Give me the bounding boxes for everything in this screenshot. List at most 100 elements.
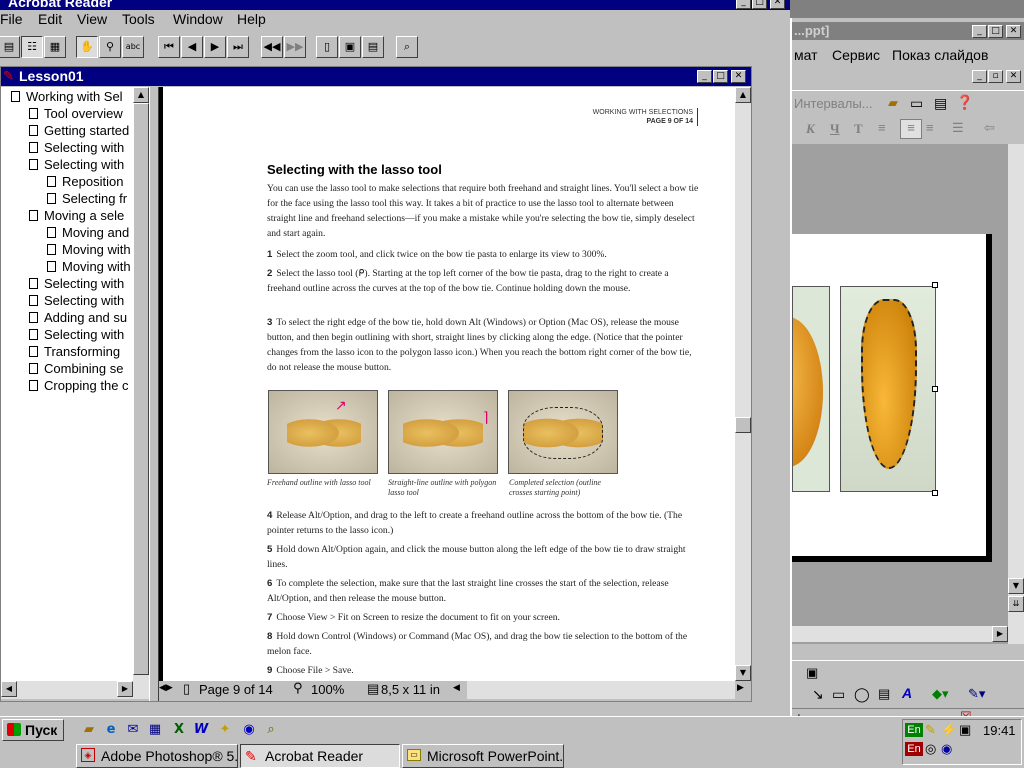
slide-icon[interactable]: ▭ [910, 95, 923, 112]
selection-handle[interactable] [932, 490, 938, 496]
text-select-icon[interactable]: abc [122, 36, 144, 58]
menu-help[interactable]: Help [237, 11, 266, 27]
document-title-bar[interactable]: ✎ Lesson01 [1, 67, 751, 86]
acrobat-maximize-button[interactable]: □ [752, 0, 767, 9]
quicklaunch-acrobat-icon[interactable]: ✦ [216, 721, 234, 739]
bookmark-item[interactable]: ▽Moving a sele [29, 208, 124, 225]
bookmark-item[interactable]: Adding and su [29, 310, 127, 327]
align-center-icon[interactable]: ≡ [900, 119, 922, 139]
page-scroll-up-button[interactable]: ▲ [735, 87, 751, 103]
tray-pen-icon[interactable]: ✎ [925, 722, 936, 738]
task-acrobat[interactable]: ✎ Acrobat Reader [240, 744, 400, 768]
bookmark-item[interactable]: Moving and [47, 225, 129, 242]
oval-icon[interactable]: ◯ [854, 686, 870, 703]
page-only-icon[interactable]: ▤ [0, 36, 20, 58]
folder-icon[interactable]: ▰ [888, 95, 898, 111]
doc-maximize-button[interactable]: □ [713, 70, 728, 83]
ppt-vertical-scrollbar[interactable] [1008, 144, 1024, 644]
menu-tools[interactable]: Tools [122, 11, 155, 27]
actual-size-icon[interactable]: ▯ [316, 36, 338, 58]
bookmark-item[interactable]: Moving with [47, 259, 131, 276]
zoom-tool-icon[interactable]: ⚲ [99, 36, 121, 58]
rectangle-icon[interactable]: ▭ [832, 686, 845, 703]
menu-edit[interactable]: Edit [38, 11, 62, 27]
bookmark-item[interactable]: ▽Selecting with [29, 157, 124, 174]
bookmark-item[interactable]: Moving with [47, 242, 131, 259]
acrobat-close-button[interactable]: ✕ [770, 0, 785, 9]
quicklaunch-outlook-icon[interactable]: ✉ [124, 721, 142, 739]
bookmark-item[interactable]: Selecting with [29, 276, 124, 293]
page-vertical-scrollbar[interactable] [735, 87, 751, 681]
start-button[interactable]: Пуск [2, 719, 64, 741]
tray-monitor-icon[interactable]: ▣ [959, 722, 971, 738]
bookmark-item[interactable]: Transforming [29, 344, 120, 361]
underline-icon[interactable]: Ч [830, 121, 840, 137]
tray-network-icon[interactable]: ◉ [941, 741, 952, 757]
ppt-doc-close-button[interactable]: ✕ [1006, 70, 1021, 83]
ppt-menu-format[interactable]: мат [794, 47, 818, 63]
quicklaunch-explorer-icon[interactable]: ▰ [80, 721, 98, 739]
promote-icon[interactable]: ⇦ [984, 120, 995, 136]
bookmark-item[interactable]: Getting started [29, 123, 129, 140]
ppt-timing-button[interactable]: Интервалы... [794, 96, 873, 111]
ppt-doc-restore-button[interactable]: ▫ [988, 70, 1003, 83]
bookmark-item[interactable]: Cropping the c [29, 378, 129, 395]
tray-cd-icon[interactable]: ◎ [925, 741, 936, 757]
page-horizontal-scrollbar[interactable] [467, 681, 735, 699]
align-left-icon[interactable]: ≡ [878, 120, 886, 135]
task-powerpoint[interactable]: ▭ Microsoft PowerPoint... [402, 744, 564, 768]
ppt-menu-slideshow[interactable]: Показ слайдов [892, 47, 988, 63]
wordart-icon[interactable]: A [902, 685, 912, 701]
bullets-icon[interactable]: ☰ [952, 120, 964, 136]
bookmarks-scroll-left-button[interactable]: ◀ [1, 681, 17, 697]
fill-color-icon[interactable]: ◆▾ [932, 686, 949, 702]
menu-view[interactable]: View [77, 11, 107, 27]
status-page[interactable]: Page 9 of 14 [199, 682, 273, 697]
page-scroll-down-button[interactable]: ▼ [735, 665, 751, 681]
bookmarks-scroll-thumb-face[interactable] [133, 103, 149, 675]
ppt-scroll-right-button[interactable]: ▶ [992, 626, 1008, 642]
find-icon[interactable]: ⌕ [396, 36, 418, 58]
layout-icon[interactable]: ▤ [934, 95, 947, 112]
language-indicator-2[interactable]: En [905, 742, 923, 756]
fit-page-icon[interactable]: ▣ [339, 36, 361, 58]
status-nav-icon[interactable]: ◀▶ [159, 682, 173, 693]
bookmark-item[interactable]: Selecting with [29, 140, 124, 157]
pane-splitter[interactable] [149, 87, 159, 701]
thumbnails-page-icon[interactable]: ▦ [44, 36, 66, 58]
align-right-icon[interactable]: ≡ [926, 120, 934, 135]
hand-tool-icon[interactable]: ✋ [76, 36, 98, 58]
acrobat-title-bar[interactable]: Acrobat Reader [0, 0, 790, 10]
previous-page-icon[interactable]: ◀ [181, 36, 203, 58]
ppt-doc-minimize-button[interactable]: _ [972, 70, 987, 83]
hscroll-right-icon[interactable]: ▶ [737, 682, 744, 693]
bookmark-item[interactable]: Selecting with [29, 293, 124, 310]
bookmarks-scroll-right-button[interactable]: ▶ [117, 681, 133, 697]
task-photoshop[interactable]: ◈ Adobe Photoshop® 5... [76, 744, 238, 768]
ppt-close-button[interactable]: ✕ [1006, 25, 1021, 38]
line-color-icon[interactable]: ✎▾ [968, 686, 985, 702]
bookmarks-page-icon[interactable]: ☷ [21, 36, 43, 58]
ppt-slide[interactable] [792, 234, 992, 562]
go-forward-icon[interactable]: ▶▶ [284, 36, 306, 58]
doc-close-button[interactable]: ✕ [731, 70, 746, 83]
ppt-menu-service[interactable]: Сервис [832, 47, 880, 63]
pear-image-left[interactable] [792, 286, 830, 492]
italic-icon[interactable]: К [806, 121, 815, 137]
menu-window[interactable]: Window [173, 11, 223, 27]
page-scroll-thumb[interactable] [735, 417, 751, 433]
image-icon[interactable]: ▣ [806, 665, 818, 681]
next-page-icon[interactable]: ▶ [204, 36, 226, 58]
last-page-icon[interactable]: ⏭ [227, 36, 249, 58]
bookmark-item[interactable]: ▽Working with Sel [11, 89, 123, 106]
bookmark-item[interactable]: Combining se [29, 361, 124, 378]
selection-handle[interactable] [932, 282, 938, 288]
go-back-icon[interactable]: ◀◀ [261, 36, 283, 58]
doc-minimize-button[interactable]: _ [697, 70, 712, 83]
first-page-icon[interactable]: ⏮ [158, 36, 180, 58]
quicklaunch-find-icon[interactable]: ⌕ [262, 721, 280, 739]
quicklaunch-network-icon[interactable]: ◉ [240, 721, 258, 739]
quicklaunch-ie-icon[interactable]: e [102, 721, 120, 739]
quicklaunch-desktop-icon[interactable]: ▦ [146, 721, 164, 739]
ppt-maximize-button[interactable]: □ [988, 25, 1003, 38]
